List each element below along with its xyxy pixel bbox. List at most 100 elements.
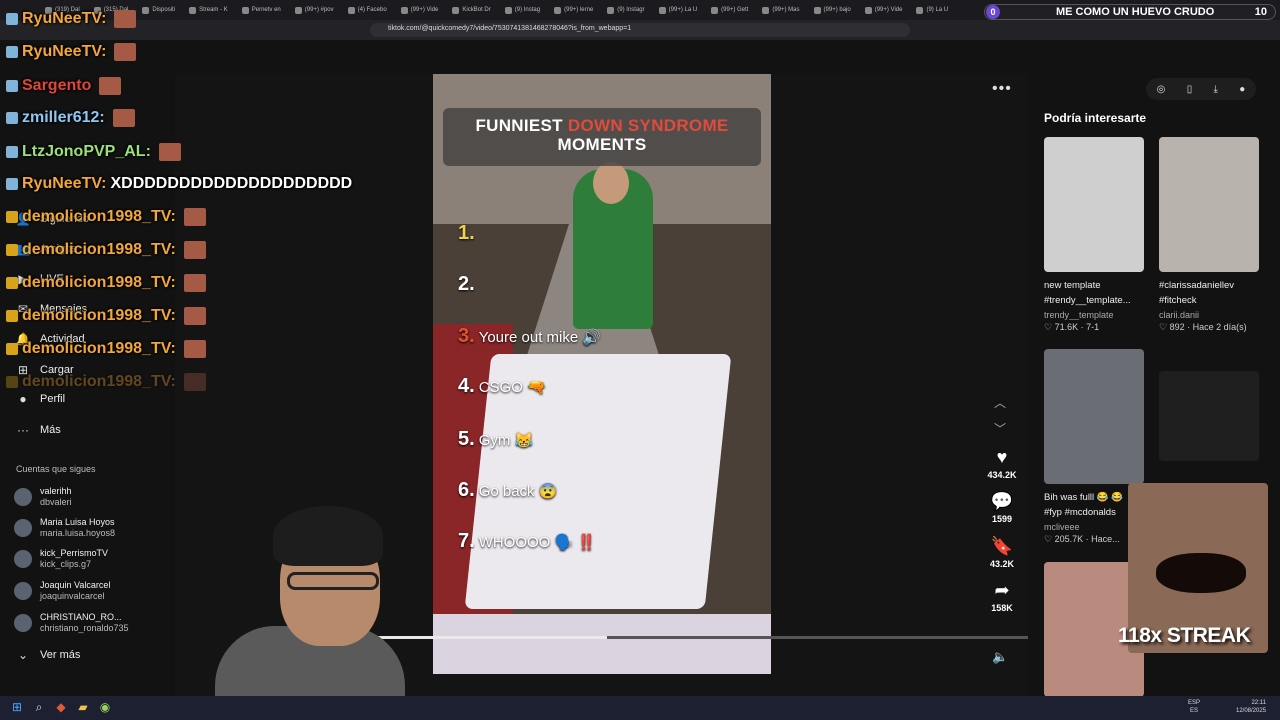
browser-tab[interactable]: (99+) Vide [860, 2, 908, 18]
chat-username: demolicion1998_TV: [22, 274, 176, 291]
browser-tab[interactable]: (9) Instagr [602, 2, 649, 18]
search-icon[interactable]: ⌕ [32, 700, 46, 714]
chat-message: demolicion1998_TV: [6, 274, 206, 292]
video-title-prefix: FUNNIEST [475, 116, 568, 135]
card-stats: ♡ 892 · Hace 2 día(s) [1159, 322, 1247, 332]
chevron-up-icon[interactable]: ︿ [994, 394, 1006, 411]
browser-tab[interactable]: (9) La U [911, 2, 953, 18]
tab-label: (99+) bajo [823, 7, 851, 13]
tab-favicon-icon [607, 6, 615, 14]
browser-icon[interactable]: ◆ [54, 700, 68, 714]
browser-tab[interactable]: Pernetv en [237, 2, 286, 18]
chat-emote-icon [183, 241, 206, 259]
account-name: valerihh [40, 486, 72, 496]
avatar [14, 614, 32, 632]
webcam-hair [273, 506, 383, 566]
tab-label: (99+) Gett [721, 7, 749, 13]
browser-tab[interactable]: (99+) Gett [706, 2, 753, 18]
compass-icon[interactable]: ◎ [1157, 84, 1166, 95]
chat-message: demolicion1998_TV: [6, 307, 206, 325]
followed-account[interactable]: kick_PerrismoTV kick_clips.g7 [14, 548, 108, 570]
chat-message: Sargento [6, 77, 122, 95]
more-options-icon[interactable]: ••• [992, 80, 1012, 98]
save-button[interactable]: 🔖 43.2K [986, 536, 1018, 569]
followed-account[interactable]: Joaquin Valcarcel joaquinvalcarcel [14, 580, 110, 602]
browser-tab[interactable]: (99+) La U [654, 2, 703, 18]
browser-tab[interactable]: (99+) Vide [396, 2, 444, 18]
chat-emote-icon [114, 10, 137, 28]
save-count: 43.2K [989, 559, 1015, 569]
list-number: 1. [458, 222, 475, 244]
system-clock[interactable]: 22:11 12/08/2025 [1236, 699, 1266, 715]
see-more-label: Ver más [40, 649, 81, 661]
video-thumbnail [1044, 137, 1144, 272]
tab-label: (9) Instagr [617, 7, 645, 13]
video-list-item: 1. [458, 222, 479, 245]
list-text: Gym 😹 [478, 432, 534, 449]
card-tags: #fitcheck [1159, 295, 1197, 306]
chat-message: zmiller612: [6, 109, 135, 127]
followed-account[interactable]: Maria Luisa Hoyos maria.luisa.hoyos8 [14, 517, 115, 539]
chat-message: RyuNeeTV: XDDDDDDDDDDDDDDDDDDDD [6, 175, 352, 193]
browser-tab[interactable]: (99+) bajo [809, 2, 856, 18]
followed-account[interactable]: CHRISTIANO_RO... christiano_ronaldo735 [14, 612, 129, 634]
chat-username: RyuNeeTV: [22, 10, 107, 27]
avatar [14, 550, 32, 568]
bookmark-icon: 🔖 [990, 536, 1014, 556]
browser-tab[interactable]: Stream - K [184, 2, 233, 18]
tab-label: (99+) Mas [772, 7, 800, 13]
download-icon[interactable]: ⤓ [1214, 84, 1218, 95]
avatar[interactable]: ● [1239, 84, 1245, 95]
following-title: Cuentas que sigues [16, 464, 96, 474]
sidebar-item-mas[interactable]: ··· Más [16, 423, 61, 437]
chat-message: demolicion1998_TV: [6, 241, 206, 259]
share-button[interactable]: ➦ 158K [986, 580, 1018, 613]
volume-icon[interactable]: 🔈 [992, 649, 1008, 665]
tab-label: (9) Instag [514, 7, 541, 13]
chat-username: demolicion1998_TV: [22, 307, 176, 324]
tab-favicon-icon [142, 6, 150, 14]
see-more-button[interactable]: ⌄ Ver más [16, 648, 80, 662]
like-button[interactable]: ♥ 434.2K [986, 447, 1018, 480]
chevron-down-icon[interactable]: ﹀ [994, 420, 1006, 437]
comment-button[interactable]: 💬 1599 [986, 491, 1018, 524]
url-text[interactable]: tiktok.com/@quickcomedy7/video/753074138… [388, 25, 631, 32]
browser-tab[interactable]: (4) Facebo [343, 2, 392, 18]
language-indicator[interactable]: ESP ES [1188, 699, 1200, 715]
list-text: CSGO 🔫 [478, 379, 546, 396]
windows-taskbar [0, 696, 1280, 720]
browser-tab[interactable]: KickBot Dr [447, 2, 495, 18]
windows-start-icon[interactable]: ⊞ [10, 700, 24, 714]
list-number: 7. [458, 530, 475, 552]
video-list-item: 6. Go back 😨 [458, 479, 557, 502]
browser-tab[interactable]: (99+) lerne [549, 2, 598, 18]
browser-tab[interactable]: Dispositi [137, 2, 180, 18]
account-handle: kick_clips.g7 [40, 559, 92, 569]
chat-badge-icon [6, 244, 18, 256]
chat-username: LtzJonoPVP_AL: [22, 143, 151, 160]
card-author: trendy__template [1044, 310, 1114, 320]
video-progress-bar[interactable] [370, 636, 1028, 639]
tab-favicon-icon [554, 6, 562, 14]
streamer-webcam [195, 496, 405, 696]
chat-emote-icon [183, 274, 206, 292]
chat-username: demolicion1998_TV: [22, 241, 176, 258]
browser-tab[interactable]: (9) Instag [500, 2, 545, 18]
folder-icon[interactable]: ▰ [76, 700, 90, 714]
chat-emote-icon [183, 340, 206, 358]
suggested-video-card[interactable]: new template #trendy__template... trendy… [1044, 137, 1144, 333]
chat-message: RyuNeeTV: [6, 10, 137, 28]
account-handle: maria.luisa.hoyos8 [40, 528, 116, 538]
followed-account[interactable]: valerihh dbvaleri [14, 486, 72, 508]
browser-tab[interactable]: (99+) Mas [757, 2, 804, 18]
suggested-video-card[interactable]: #clarissadaniellev #fitcheck clarii.dani… [1159, 137, 1259, 333]
list-number: 6. [458, 479, 475, 501]
app-icon[interactable]: ◉ [98, 700, 112, 714]
list-text: Go back 😨 [478, 483, 558, 500]
suggested-video-card[interactable] [1159, 371, 1259, 461]
sidebar-item-perfil[interactable]: ● Perfil [16, 392, 65, 406]
tab-favicon-icon [504, 6, 512, 14]
browser-tab[interactable]: (99+) #pov [290, 2, 339, 18]
clock-time: 22:11 [1251, 700, 1267, 706]
phone-icon[interactable]: ▯ [1187, 84, 1193, 95]
